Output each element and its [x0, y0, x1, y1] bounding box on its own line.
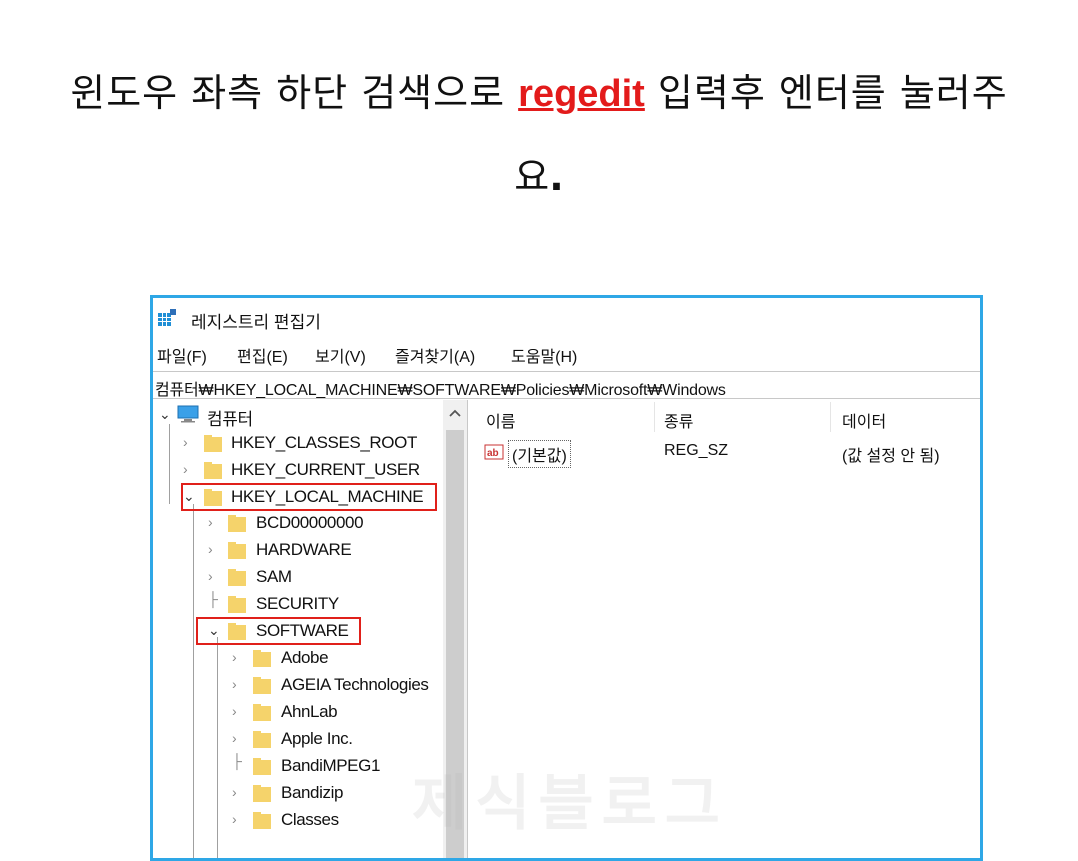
- menu-view[interactable]: 보기(V): [315, 343, 366, 367]
- tree-node-hkcr[interactable]: › HKEY_CLASSES_ROOT: [153, 430, 443, 456]
- menu-edit[interactable]: 편집(E): [237, 343, 288, 367]
- tree-node-adobe[interactable]: › Adobe: [153, 645, 443, 671]
- hklm-highlight-box: [181, 483, 437, 511]
- value-name-default[interactable]: (기본값): [508, 440, 571, 468]
- tree-node-hkcu[interactable]: › HKEY_CURRENT_USER: [153, 457, 443, 483]
- tree-label-hkcr: HKEY_CLASSES_ROOT: [231, 433, 417, 452]
- title-bar[interactable]: 레지스트리 편집기: [153, 298, 980, 338]
- tree-label-sam: SAM: [256, 567, 292, 586]
- folder-icon: [228, 569, 246, 586]
- tree-node-classes[interactable]: › Classes: [153, 807, 443, 833]
- tree-label-ahnlab: AhnLab: [281, 702, 338, 721]
- tree-node-ageia[interactable]: › AGEIA Technologies: [153, 672, 443, 698]
- instruction-after: 입력후 엔터를 눌러주: [644, 71, 1008, 115]
- tree-label-bandizip: Bandizip: [281, 783, 344, 802]
- tree-label-ageia: AGEIA Technologies: [281, 675, 429, 694]
- address-path: 컴퓨터₩HKEY_LOCAL_MACHINE₩SOFTWARE₩Policies…: [155, 382, 726, 399]
- chevron-right-icon[interactable]: ›: [232, 811, 244, 829]
- string-value-icon: ab: [484, 444, 504, 460]
- chevron-right-icon[interactable]: ›: [232, 730, 244, 748]
- tree-node-security[interactable]: ├ SECURITY: [153, 591, 443, 617]
- folder-icon: [228, 596, 246, 613]
- svg-text:ab: ab: [487, 448, 499, 459]
- tree-node-bandizip[interactable]: › Bandizip: [153, 780, 443, 806]
- scroll-up-arrow-icon[interactable]: [449, 408, 461, 418]
- tree-label-hardware: HARDWARE: [256, 540, 352, 559]
- value-type: REG_SZ: [664, 442, 729, 459]
- regedit-command: regedit: [518, 73, 645, 115]
- chevron-right-icon[interactable]: ›: [183, 461, 195, 479]
- tree-node-sam[interactable]: › SAM: [153, 564, 443, 590]
- chevron-down-icon[interactable]: ⌄: [159, 406, 171, 424]
- tree-node-apple[interactable]: › Apple Inc.: [153, 726, 443, 752]
- tree-leaf-connector-icon: ├: [232, 753, 242, 769]
- registry-app-icon: [158, 309, 176, 326]
- software-highlight-box: [196, 617, 361, 645]
- folder-icon: [253, 731, 271, 748]
- column-separator[interactable]: [830, 402, 831, 432]
- chevron-right-icon[interactable]: ›: [208, 514, 220, 532]
- tree-label-computer: 컴퓨터: [207, 410, 253, 429]
- instruction-before: 윈도우 좌측 하단 검색으로: [70, 71, 519, 115]
- tree-leaf-connector-icon: ├: [208, 591, 218, 607]
- instruction-period: .: [549, 155, 564, 199]
- value-data: (값 설정 안 됨): [842, 448, 940, 465]
- chevron-right-icon[interactable]: ›: [208, 541, 220, 559]
- tree-label-bandimpeg1: BandiMPEG1: [281, 756, 380, 775]
- tree-pane: ⌄ 컴퓨터 › HKEY_CLASSES_ROOT › HKEY_CURRENT…: [153, 400, 444, 858]
- folder-icon: [253, 758, 271, 775]
- folder-icon: [228, 515, 246, 532]
- column-separator[interactable]: [654, 402, 655, 432]
- chevron-right-icon[interactable]: ›: [183, 434, 195, 452]
- address-bar[interactable]: 컴퓨터₩HKEY_LOCAL_MACHINE₩SOFTWARE₩Policies…: [153, 371, 980, 399]
- tree-label-security: SECURITY: [256, 594, 339, 613]
- chevron-right-icon[interactable]: ›: [232, 649, 244, 667]
- tree-node-bcd[interactable]: › BCD00000000: [153, 510, 443, 536]
- tree-label-classes: Classes: [281, 810, 339, 829]
- chevron-right-icon[interactable]: ›: [208, 568, 220, 586]
- tree-node-ahnlab[interactable]: › AhnLab: [153, 699, 443, 725]
- instruction-line-2: 요.: [0, 146, 1078, 201]
- tree-label-apple: Apple Inc.: [281, 729, 353, 748]
- watermark: 제식블로그: [412, 769, 728, 839]
- folder-icon: [204, 435, 222, 452]
- tree-label-bcd: BCD00000000: [256, 513, 364, 532]
- computer-icon: [177, 405, 199, 423]
- column-header-type[interactable]: 종류: [664, 408, 693, 432]
- folder-icon: [253, 650, 271, 667]
- tree-node-computer[interactable]: ⌄ 컴퓨터: [153, 402, 443, 429]
- tree-node-bandimpeg1[interactable]: ├ BandiMPEG1: [153, 753, 443, 779]
- chevron-right-icon[interactable]: ›: [232, 703, 244, 721]
- folder-icon: [204, 462, 222, 479]
- folder-icon: [253, 812, 271, 829]
- window-title: 레지스트리 편집기: [191, 313, 321, 332]
- menu-help[interactable]: 도움말(H): [511, 343, 577, 367]
- tree-label-hkcu: HKEY_CURRENT_USER: [231, 460, 420, 479]
- instruction-line2-text: 요: [514, 155, 550, 199]
- tree-node-hardware[interactable]: › HARDWARE: [153, 537, 443, 563]
- chevron-right-icon[interactable]: ›: [232, 676, 244, 694]
- menu-file[interactable]: 파일(F): [157, 343, 207, 367]
- folder-icon: [253, 785, 271, 802]
- folder-icon: [253, 677, 271, 694]
- menu-favorites[interactable]: 즐겨찾기(A): [395, 343, 475, 367]
- folder-icon: [228, 542, 246, 559]
- folder-icon: [253, 704, 271, 721]
- column-header-data[interactable]: 데이터: [842, 408, 886, 432]
- tree-label-adobe: Adobe: [281, 648, 329, 667]
- instruction-line-1: 윈도우 좌측 하단 검색으로 regedit 입력후 엔터를 눌러주: [0, 62, 1078, 117]
- column-header-name[interactable]: 이름: [486, 408, 515, 432]
- chevron-right-icon[interactable]: ›: [232, 784, 244, 802]
